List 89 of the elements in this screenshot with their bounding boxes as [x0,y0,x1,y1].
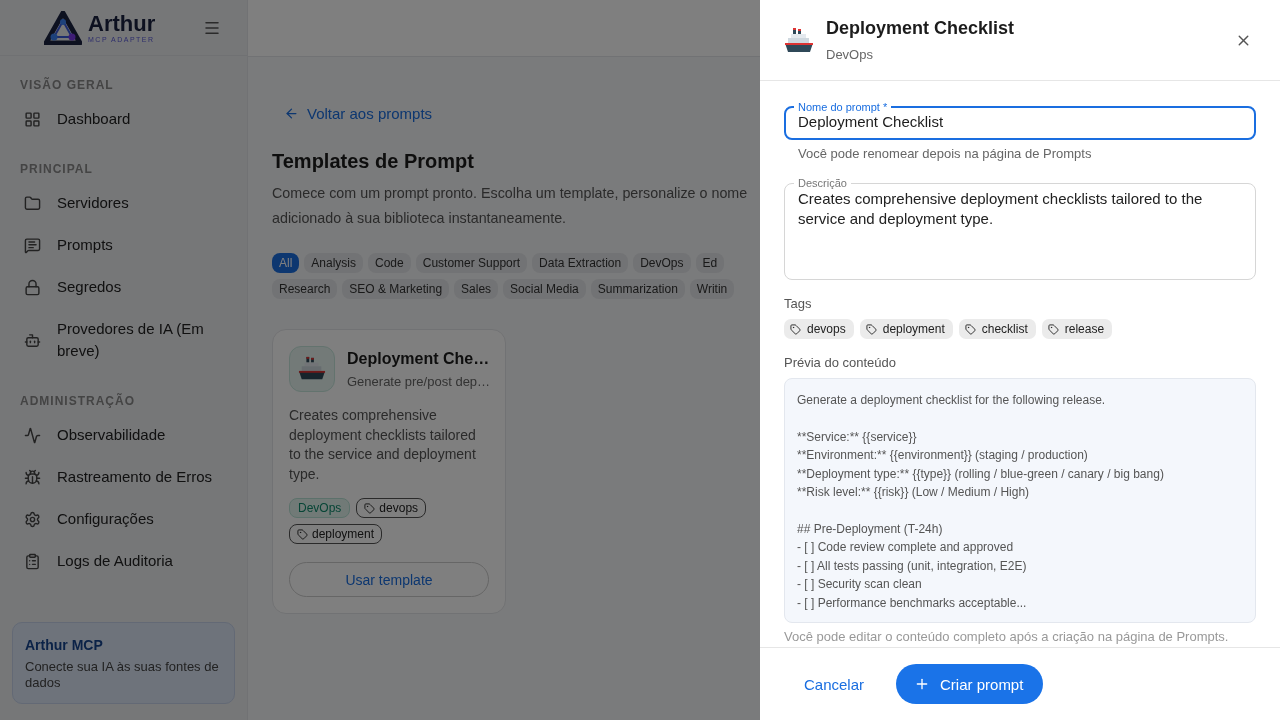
field-label: Descrição [797,177,848,189]
preview-line: - [ ] All tests passing (unit, integration, E2E) [797,557,1028,575]
tag-icon [297,528,308,540]
nav-item[interactable]: Provedores de IA (Em breve) [0,308,247,372]
nav-label: Logs de Auditoria [57,551,173,571]
nav-item[interactable]: Configurações [0,498,247,540]
brand-name: Arthur [88,12,156,35]
tag-icon [865,323,877,335]
robot-icon [24,331,41,349]
promo-title: Arthur MCP [25,637,104,653]
preview-line: - [ ] Security scan clean [797,576,923,593]
category-chip[interactable]: Analysis [304,253,364,273]
category-chip[interactable]: Ed [695,253,725,273]
settings-icon [24,510,41,528]
name-field[interactable]: Nome do prompt * Deployment Checklist [784,101,1256,140]
category-chip[interactable]: Data Extraction [532,253,629,273]
preview-line: **Deployment type:** {{type}} (rolling / blue-green / canary / big bang) [797,465,1165,483]
create-prompt-button[interactable]: Criar prompt [896,664,1044,704]
category-chip[interactable]: Sales [454,279,499,299]
use-template-button[interactable]: Usar template [289,562,489,597]
ship-icon [784,26,814,54]
field-hint: Você pode renomear depois na página de Prompts [797,145,1093,163]
card-subtitle: Generate pre/post dep… [347,374,489,389]
tag-badge: devops [356,498,427,518]
category-badge: DevOps [289,498,351,518]
preview-line: Generate a deployment checklist for the following release. [797,392,1107,409]
ship-icon [298,356,326,382]
category-chip[interactable]: Summarization [590,279,685,299]
nav-item[interactable]: Rastreamento de Erros [0,456,247,498]
nav-label: Configurações [57,509,154,529]
preview-line: **Service:** {{service}} [797,428,918,446]
tag-icon [790,323,801,335]
pulse-icon [24,426,41,444]
nav-label: Dashboard [57,109,131,129]
category-chip[interactable]: SEO & Marketing [342,279,450,299]
tag-icon [364,502,376,514]
drawer-subtitle: DevOps [826,47,874,62]
nav-label: Segredos [57,277,122,297]
category-chip[interactable]: Writin [689,279,735,299]
nav-item[interactable]: Segredos [0,266,247,308]
nav-label: Provedores de IA (Em breve) [57,319,205,361]
card-description: Creates comprehensive deployment checklists tailored to the service and deployment type. [289,406,477,484]
tag-icon [1047,323,1059,335]
bug-icon [24,468,41,486]
tag-badge: checklist [958,319,1036,339]
category-chip[interactable]: Customer Support [415,253,528,273]
nav-label: Rastreamento de Erros [57,467,213,487]
nav-item[interactable]: Observabilidade [0,414,247,456]
preview-line: **Environment:** {{environment}} (staging / production) [797,447,1089,464]
nav-item[interactable]: Servidores [0,182,247,224]
preview-line: ## Pre-Deployment (T-24h) [797,520,944,538]
preview-label: Prévia do conteúdo [784,355,898,370]
category-chip[interactable]: Research [272,279,338,299]
card-title: Deployment Che… [347,350,489,368]
tag-badge: deployment [289,524,383,544]
promo-text: Conecte sua IA às suas fontes de dados [25,659,220,691]
clipboard-icon [24,552,41,570]
field-label: Nome do prompt * [797,101,889,113]
nav-item[interactable]: Dashboard [0,98,247,140]
nav-label: Prompts [57,235,113,255]
back-link-label: Voltar aos prompts [307,105,433,122]
nav-item[interactable]: Prompts [0,224,247,266]
back-link[interactable]: Voltar aos prompts [272,101,445,126]
page-description: Comece com um prompt pronto. Escolha um template, personalize o nome adicionado à sua biblioteca instantaneamente. [272,184,749,228]
tag-badge: devops [784,319,854,339]
nav-label: Servidores [57,193,129,213]
tag-badge: release [1041,319,1113,339]
preview-line: **Risk level:** {{risk}} (Low / Medium / High) [797,484,1031,501]
description-field[interactable]: Descrição Creates comprehensive deployment checklists tailored to the service and deployment type. [784,177,1256,280]
nav-label: Observabilidade [57,425,166,445]
category-chip[interactable]: All [272,253,300,273]
message-icon [24,236,41,254]
logo-icon [44,10,82,45]
lock-icon [24,278,41,296]
cancel-button[interactable]: Cancelar [784,665,885,703]
folder-icon [24,194,41,212]
nav-item[interactable]: Logs de Auditoria [0,540,247,582]
tag-icon [964,323,976,335]
category-chip[interactable]: Social Media [503,279,586,299]
page-title: Templates de Prompt [272,150,475,173]
category-chip[interactable]: DevOps [633,253,691,273]
drawer-title: Deployment Checklist [826,18,1015,39]
preview-line: - [ ] Code review complete and approved [797,539,1015,556]
tags-label: Tags [784,296,813,311]
preview-note: Você pode editar o conteúdo completo após a criação na página de Prompts. [784,629,1230,644]
preview-line: - [ ] Performance benchmarks acceptable... [797,594,1028,612]
grid-icon [24,110,41,128]
category-chip[interactable]: Code [368,253,411,273]
tag-badge: deployment [859,319,953,339]
